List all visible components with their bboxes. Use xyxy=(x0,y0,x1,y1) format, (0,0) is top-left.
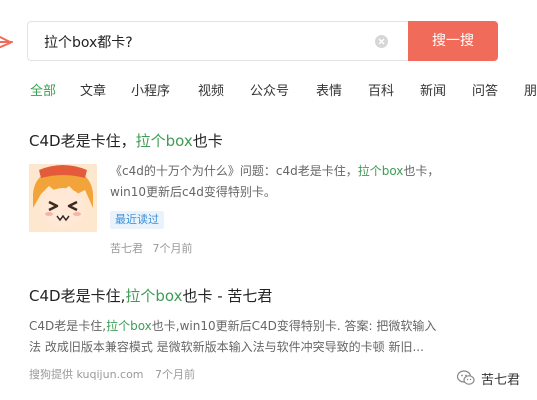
result-author[interactable]: 苦七君 xyxy=(110,242,143,255)
result-thumbnail[interactable] xyxy=(29,164,97,232)
tab-news[interactable]: 新闻 xyxy=(420,80,446,99)
result-title[interactable]: C4D老是卡住,拉个box也卡 - 苦七君 xyxy=(29,285,272,306)
tab-articles[interactable]: 文章 xyxy=(80,80,106,99)
snippet-text: 《c4d的十万个为什么》问题：c4d老是卡住， xyxy=(110,164,358,178)
snippet-line: 法 改成旧版本兼容模式 是微软新版本输入法与软件冲突导致的卡顿 新旧... xyxy=(29,340,424,354)
tab-official-accounts[interactable]: 公众号 xyxy=(250,80,289,99)
result-title-tail: 也卡 - 苦七君 xyxy=(182,287,273,305)
snippet-text: 也卡,win10更新后C4D变得特别卡. 答案: 把微软输入 xyxy=(151,319,437,333)
result-snippet: 《c4d的十万个为什么》问题：c4d老是卡住，拉个box也卡， win10更新后… xyxy=(110,161,530,203)
tab-encyclopedia[interactable]: 百科 xyxy=(368,80,394,99)
tab-stickers[interactable]: 表情 xyxy=(316,80,342,99)
snippet-highlight: 拉个box xyxy=(357,164,404,178)
tab-all[interactable]: 全部 xyxy=(30,80,56,99)
result-meta: 搜狗提供 kuqijun.com 7个月前 xyxy=(29,366,195,382)
snippet-highlight: 拉个box xyxy=(106,319,152,333)
tab-mini-programs[interactable]: 小程序 xyxy=(131,80,170,99)
clear-icon[interactable] xyxy=(375,35,388,48)
search-query-text: 拉个box都卡? xyxy=(44,35,133,51)
recently-read-badge: 最近读过 xyxy=(110,211,164,229)
result-title-highlight: 拉个box xyxy=(125,287,183,305)
result-title[interactable]: C4D老是卡住，拉个box也卡 xyxy=(29,130,223,151)
wechat-icon xyxy=(457,370,475,385)
result-time: 7个月前 xyxy=(152,242,193,255)
logo-fragment-icon xyxy=(0,35,13,49)
anime-avatar-icon xyxy=(29,164,97,232)
tab-videos[interactable]: 视频 xyxy=(198,80,224,99)
result-meta: 苦七君 7个月前 xyxy=(110,240,193,256)
result-source[interactable]: 搜狗提供 kuqijun.com xyxy=(29,368,144,381)
watermark-text: 苦七君 xyxy=(481,373,521,388)
result-title-tail: 也卡 xyxy=(192,132,223,150)
result-title-text: C4D老是卡住， xyxy=(29,132,136,150)
result-time: 7个月前 xyxy=(155,368,196,381)
result-title-text: C4D老是卡住, xyxy=(29,287,126,305)
snippet-text: C4D老是卡住, xyxy=(29,319,107,333)
snippet-text: 也卡， xyxy=(403,164,440,178)
snippet-line: win10更新后c4d变得特别卡。 xyxy=(110,185,276,199)
result-snippet: C4D老是卡住,拉个box也卡,win10更新后C4D变得特别卡. 答案: 把微… xyxy=(29,316,529,358)
search-button[interactable]: 搜一搜 xyxy=(408,21,498,61)
result-title-highlight: 拉个box xyxy=(135,132,193,150)
tab-moments[interactable]: 朋 xyxy=(524,80,537,99)
search-input[interactable]: 拉个box都卡? xyxy=(27,21,409,61)
tab-qa[interactable]: 问答 xyxy=(472,80,498,99)
